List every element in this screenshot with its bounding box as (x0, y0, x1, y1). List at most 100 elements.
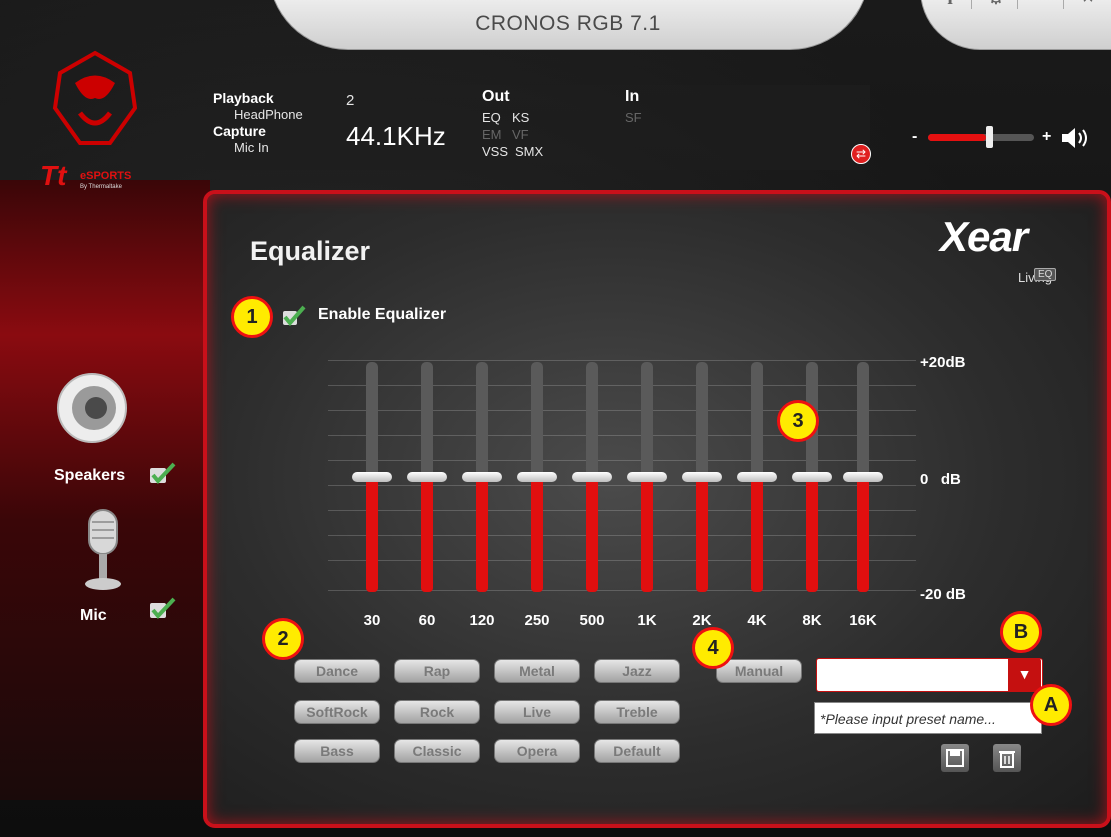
capture-device: Mic In (234, 140, 269, 155)
brand-by: By Thermaltake (80, 184, 122, 190)
preset-treble-button[interactable]: Treble (594, 700, 680, 724)
slider-fill (476, 477, 488, 592)
preset-softrock-button[interactable]: SoftRock (294, 700, 380, 724)
freq-label: 500 (579, 612, 605, 629)
slider-thumb[interactable] (737, 472, 777, 482)
grid-line (328, 460, 916, 461)
slider-thumb[interactable] (682, 472, 722, 482)
mic-checkbox[interactable] (149, 597, 177, 619)
save-icon[interactable] (941, 744, 969, 772)
annotation-marker: 2 (262, 618, 304, 660)
sidebar (0, 180, 210, 800)
slider-fill (641, 477, 653, 592)
slider-fill (366, 477, 378, 592)
volume-thumb[interactable] (986, 126, 994, 148)
slider-thumb[interactable] (843, 472, 883, 482)
preset-classic-button[interactable]: Classic (394, 739, 480, 763)
grid-line (328, 535, 916, 536)
slider-thumb[interactable] (792, 472, 832, 482)
speaker-icon[interactable] (1060, 124, 1094, 152)
volume-fill (928, 134, 987, 141)
annotation-marker: B (1000, 611, 1042, 653)
preset-name-input[interactable]: *Please input preset name... (814, 702, 1042, 734)
slider-fill (857, 477, 869, 592)
freq-label: 4K (747, 612, 767, 629)
minimize-button[interactable]: — (1027, 0, 1057, 11)
playback-channels: 2 (346, 92, 355, 109)
trash-icon[interactable] (993, 744, 1021, 772)
grid-line (328, 435, 916, 436)
preset-default-button[interactable]: Default (594, 739, 680, 763)
freq-label: 8K (802, 612, 822, 629)
slider-thumb[interactable] (627, 472, 667, 482)
close-button[interactable]: × (1073, 0, 1103, 11)
playback-label: Playback (213, 90, 274, 106)
preset-bass-button[interactable]: Bass (294, 739, 380, 763)
slider-thumb[interactable] (572, 472, 612, 482)
preset-rap-button[interactable]: Rap (394, 659, 480, 683)
freq-label: 120 (469, 612, 495, 629)
freq-label: 16K (849, 612, 877, 629)
db-top-label: +20dB (920, 354, 966, 371)
sidebar-item-speakers[interactable]: Speakers (54, 467, 125, 485)
slider-fill (586, 477, 598, 592)
out-vf: VF (512, 127, 529, 142)
brand-logo: Tt (40, 160, 67, 191)
save-icon-glyph (946, 749, 964, 767)
divider (971, 0, 972, 9)
volume-minus[interactable]: - (912, 128, 917, 146)
brand-sub: eSPORTS (80, 170, 132, 182)
out-label: Out (482, 88, 510, 105)
app-window: CRONOS RGB 7.1 i ⚙ — × Tt eSPORTS By The… (0, 0, 1111, 837)
preset-rock-button[interactable]: Rock (394, 700, 480, 724)
db-mid-label: 0 dB (920, 471, 961, 488)
enable-equalizer-checkbox[interactable] (282, 305, 306, 327)
preset-dance-button[interactable]: Dance (294, 659, 380, 683)
divider (1017, 0, 1018, 9)
sidebar-item-mic[interactable]: Mic (80, 607, 107, 625)
tiger-logo-icon (52, 50, 138, 145)
annotation-marker: 4 (692, 627, 734, 669)
preset-metal-button[interactable]: Metal (494, 659, 580, 683)
in-label: In (625, 88, 640, 105)
freq-label: 30 (363, 612, 381, 629)
grid-line (328, 510, 916, 511)
slider-thumb[interactable] (407, 472, 447, 482)
preset-opera-button[interactable]: Opera (494, 739, 580, 763)
xear-text: Xear (940, 213, 1028, 260)
slider-fill (751, 477, 763, 592)
slider-fill (531, 477, 543, 592)
enable-equalizer-label: Enable Equalizer (318, 306, 447, 323)
freq-label: 60 (418, 612, 436, 629)
out-eq: EQ (482, 110, 501, 125)
chevron-down-icon[interactable]: ▼ (1008, 658, 1041, 691)
sample-rate: 44.1KHz (346, 121, 446, 151)
microphone-icon[interactable] (80, 508, 126, 592)
preset-jazz-button[interactable]: Jazz (594, 659, 680, 683)
speaker-device-icon[interactable] (56, 372, 128, 444)
grid-line (328, 485, 916, 486)
slider-thumb[interactable] (352, 472, 392, 482)
app-title: CRONOS RGB 7.1 (475, 12, 661, 35)
grid-line (328, 360, 916, 361)
volume-plus[interactable]: + (1042, 128, 1051, 146)
grid-line (328, 410, 916, 411)
grid-line (328, 560, 916, 561)
grid-line (328, 385, 916, 386)
slider-thumb[interactable] (517, 472, 557, 482)
annotation-marker: A (1030, 684, 1072, 726)
preset-live-button[interactable]: Live (494, 700, 580, 724)
swap-icon[interactable]: ⇄ (851, 144, 871, 164)
slider-thumb[interactable] (462, 472, 502, 482)
info-button[interactable]: i (935, 0, 965, 11)
preset-manual-button[interactable]: Manual (716, 659, 802, 683)
gear-icon[interactable]: ⚙ (981, 0, 1011, 11)
slider-fill (806, 477, 818, 592)
slider-fill (421, 477, 433, 592)
trash-icon-glyph (999, 751, 1015, 768)
out-vss: VSS (482, 144, 509, 159)
slider-fill (696, 477, 708, 592)
freq-label: 1K (637, 612, 657, 629)
speakers-checkbox[interactable] (149, 462, 177, 484)
freq-label: 2K (692, 612, 712, 629)
